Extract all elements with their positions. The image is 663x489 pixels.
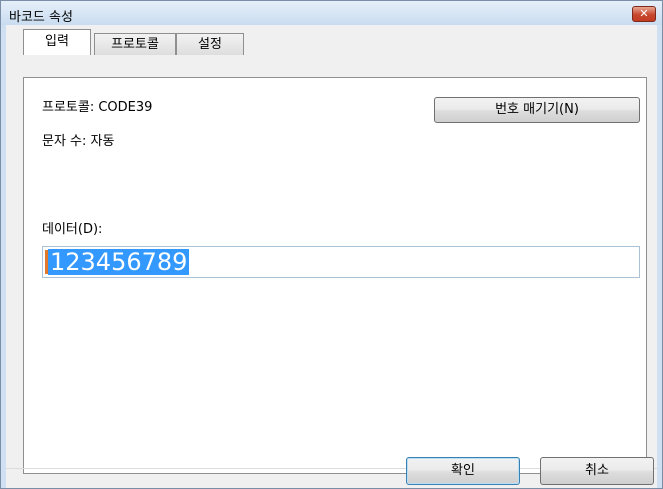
ok-button[interactable]: 확인	[406, 457, 520, 485]
data-input[interactable]: 123456789	[42, 246, 640, 278]
dialog-window: 바코드 속성 ✕ 입력 프로토콜 설정 프로토콜: CODE39 문자 수: 자…	[0, 0, 663, 489]
window-title: 바코드 속성	[9, 10, 73, 25]
data-input-value: 123456789	[48, 248, 190, 276]
cancel-button-label: 취소	[585, 463, 609, 478]
protocol-text: 프로토콜: CODE39	[42, 100, 153, 115]
data-label: 데이터(D):	[42, 222, 103, 237]
close-button[interactable]: ✕	[632, 6, 656, 22]
tab-input-label: 입력	[45, 34, 69, 49]
tab-protocol[interactable]: 프로토콜	[94, 33, 176, 55]
tab-settings-label: 설정	[198, 37, 222, 52]
numbering-button[interactable]: 번호 매기기(N)	[434, 97, 640, 123]
close-icon: ✕	[639, 7, 649, 20]
tab-input[interactable]: 입력	[23, 29, 91, 55]
numbering-button-label: 번호 매기기(N)	[495, 102, 579, 117]
char-count-text: 문자 수: 자동	[42, 134, 115, 149]
cancel-button[interactable]: 취소	[540, 457, 654, 485]
title-bar[interactable]: 바코드 속성 ✕	[1, 1, 662, 25]
input-tab-panel: 프로토콜: CODE39 문자 수: 자동 번호 매기기(N) 데이터(D): …	[23, 77, 647, 474]
tab-settings[interactable]: 설정	[176, 33, 244, 55]
ok-button-label: 확인	[451, 463, 475, 478]
tab-protocol-label: 프로토콜	[111, 37, 159, 52]
dialog-client-area: 입력 프로토콜 설정 프로토콜: CODE39 문자 수: 자동 번호 매기기(…	[6, 25, 657, 488]
